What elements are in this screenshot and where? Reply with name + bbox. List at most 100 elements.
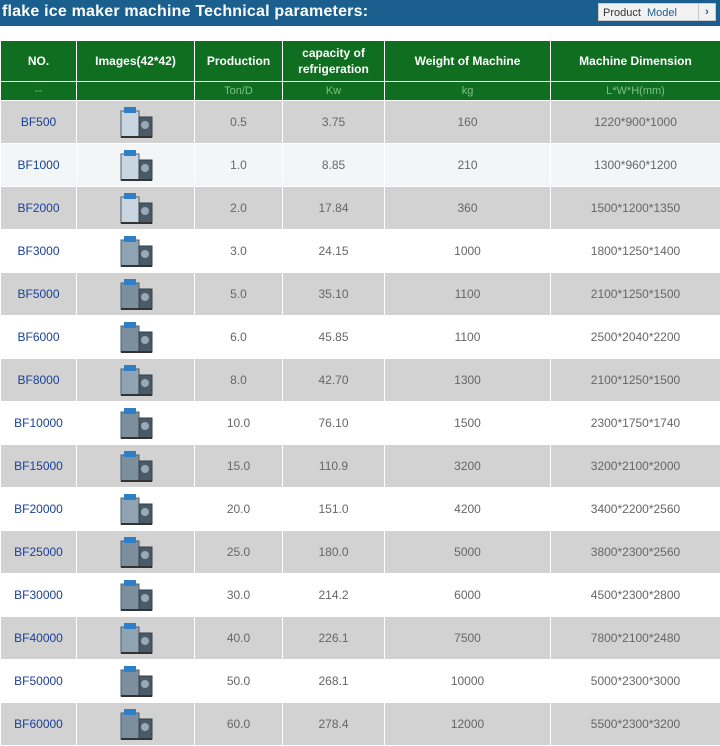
table-row: BF80008.042.7013002100*1250*1500 [1, 359, 720, 402]
table-row: BF20002.017.843601500*1200*1350 [1, 187, 720, 230]
model-number-cell[interactable]: BF40000 [1, 617, 77, 660]
capacity-cell: 180.0 [283, 531, 385, 574]
production-cell: 30.0 [195, 574, 283, 617]
image-cell [77, 574, 195, 617]
weight-cell: 12000 [385, 703, 551, 746]
model-number-cell[interactable]: BF500 [1, 101, 77, 144]
production-cell: 2.0 [195, 187, 283, 230]
production-cell: 20.0 [195, 488, 283, 531]
model-number-cell[interactable]: BF10000 [1, 402, 77, 445]
image-cell [77, 230, 195, 273]
dimension-cell: 3200*2100*2000 [551, 445, 720, 488]
capacity-cell: 76.10 [283, 402, 385, 445]
production-cell: 10.0 [195, 402, 283, 445]
unit-cell: kg [385, 82, 551, 101]
weight-cell: 160 [385, 101, 551, 144]
column-header: NO. [1, 41, 77, 82]
weight-cell: 7500 [385, 617, 551, 660]
image-cell [77, 402, 195, 445]
dimension-cell: 2100*1250*1500 [551, 273, 720, 316]
column-header: Images(42*42) [77, 41, 195, 82]
capacity-cell: 214.2 [283, 574, 385, 617]
machine-image [115, 275, 157, 313]
production-cell: 15.0 [195, 445, 283, 488]
dimension-cell: 7800*2100*2480 [551, 617, 720, 660]
image-cell [77, 316, 195, 359]
column-header: Production [195, 41, 283, 82]
unit-cell: -- [1, 82, 77, 101]
dimension-cell: 1800*1250*1400 [551, 230, 720, 273]
machine-image [115, 662, 157, 700]
machine-image [115, 232, 157, 270]
machine-image [115, 103, 157, 141]
column-header: Machine Dimension [551, 41, 720, 82]
table-row: BF3000030.0214.260004500*2300*2800 [1, 574, 720, 617]
table-row: BF6000060.0278.4120005500*2300*3200 [1, 703, 720, 746]
capacity-cell: 24.15 [283, 230, 385, 273]
model-number-cell[interactable]: BF6000 [1, 316, 77, 359]
weight-cell: 6000 [385, 574, 551, 617]
page-title: flake ice maker machine Technical parame… [2, 2, 368, 22]
model-number-cell[interactable]: BF50000 [1, 660, 77, 703]
production-cell: 0.5 [195, 101, 283, 144]
machine-image [115, 576, 157, 614]
table-row: BF1500015.0110.932003200*2100*2000 [1, 445, 720, 488]
dimension-cell: 1300*960*1200 [551, 144, 720, 187]
model-number-cell[interactable]: BF8000 [1, 359, 77, 402]
model-number-cell[interactable]: BF20000 [1, 488, 77, 531]
chevron-right-icon[interactable]: › [698, 4, 715, 20]
model-number-cell[interactable]: BF3000 [1, 230, 77, 273]
capacity-cell: 42.70 [283, 359, 385, 402]
table-row: BF60006.045.8511002500*2040*2200 [1, 316, 720, 359]
machine-image [115, 189, 157, 227]
tab-model[interactable]: Model [647, 5, 677, 21]
table-row: BF2500025.0180.050003800*2300*2560 [1, 531, 720, 574]
model-number-cell[interactable]: BF2000 [1, 187, 77, 230]
image-cell [77, 703, 195, 746]
machine-image [115, 318, 157, 356]
model-number-cell[interactable]: BF1000 [1, 144, 77, 187]
unit-cell: L*W*H(mm) [551, 82, 720, 101]
model-number-cell[interactable]: BF15000 [1, 445, 77, 488]
image-cell [77, 187, 195, 230]
model-number-cell[interactable]: BF25000 [1, 531, 77, 574]
dimension-cell: 2100*1250*1500 [551, 359, 720, 402]
capacity-cell: 35.10 [283, 273, 385, 316]
model-number-cell[interactable]: BF5000 [1, 273, 77, 316]
dimension-cell: 3400*2200*2560 [551, 488, 720, 531]
image-cell [77, 144, 195, 187]
unit-cell: Ton/D [195, 82, 283, 101]
dimension-cell: 1220*900*1000 [551, 101, 720, 144]
machine-image [115, 404, 157, 442]
unit-cell: Kw [283, 82, 385, 101]
production-cell: 3.0 [195, 230, 283, 273]
table-row: BF10000 10.076.1015002300*1750*1740 [1, 402, 720, 445]
machine-image [115, 361, 157, 399]
model-number-cell[interactable]: BF60000 [1, 703, 77, 746]
capacity-cell: 226.1 [283, 617, 385, 660]
weight-cell: 1300 [385, 359, 551, 402]
model-number-cell[interactable]: BF30000 [1, 574, 77, 617]
capacity-cell: 45.85 [283, 316, 385, 359]
image-cell [77, 617, 195, 660]
production-cell: 5.0 [195, 273, 283, 316]
production-cell: 60.0 [195, 703, 283, 746]
parameters-table: NO. Images(42*42) Production capacity of… [0, 40, 720, 746]
weight-cell: 1100 [385, 273, 551, 316]
weight-cell: 1500 [385, 402, 551, 445]
capacity-cell: 151.0 [283, 488, 385, 531]
product-model-tabs[interactable]: Product Model › [598, 3, 716, 21]
machine-image [115, 447, 157, 485]
machine-image [115, 490, 157, 528]
capacity-cell: 17.84 [283, 187, 385, 230]
column-header: capacity of refrigeration [283, 41, 385, 82]
weight-cell: 10000 [385, 660, 551, 703]
capacity-cell: 268.1 [283, 660, 385, 703]
tab-product[interactable]: Product [603, 5, 641, 21]
production-cell: 40.0 [195, 617, 283, 660]
image-cell [77, 101, 195, 144]
dimension-cell: 2300*1750*1740 [551, 402, 720, 445]
weight-cell: 5000 [385, 531, 551, 574]
table-row: BF40000 40.0226.175007800*2100*2480 [1, 617, 720, 660]
capacity-cell: 8.85 [283, 144, 385, 187]
